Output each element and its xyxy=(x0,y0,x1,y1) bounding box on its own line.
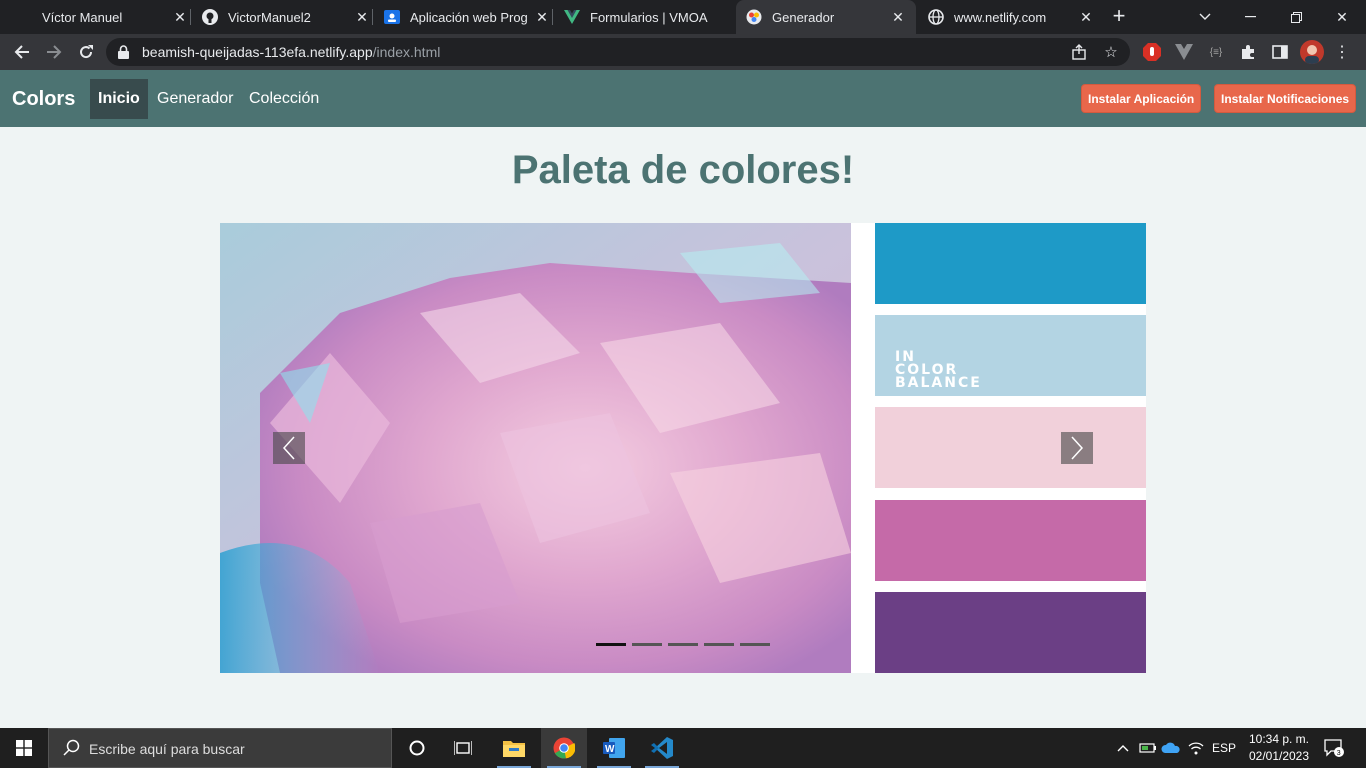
new-tab-icon[interactable]: + xyxy=(1108,5,1130,27)
url-text: beamish-queijadas-113efa.netlify.app/ind… xyxy=(142,44,441,60)
taskbar-clock[interactable]: 10:34 p. m. 02/01/2023 xyxy=(1244,731,1314,765)
show-hidden-icons[interactable] xyxy=(1114,728,1132,768)
tab-github[interactable]: VictorManuel2 ✕ xyxy=(202,0,370,34)
adblock-icon[interactable] xyxy=(1142,42,1162,62)
browser-tab-strip: Víctor Manuel ✕ VictorManuel2 ✕ Aplicaci… xyxy=(0,0,1366,34)
tab-search-icon[interactable] xyxy=(1183,0,1227,34)
close-window-icon[interactable]: ✕ xyxy=(1320,0,1364,34)
chevron-right-icon xyxy=(1071,436,1084,460)
chevron-left-icon xyxy=(282,436,295,460)
search-placeholder: Escribe aquí para buscar xyxy=(89,741,245,757)
word-icon[interactable]: W xyxy=(591,728,637,768)
cortana-icon[interactable] xyxy=(394,728,440,768)
color-wheel-icon xyxy=(746,9,762,25)
crystal-photo xyxy=(220,223,851,673)
back-icon[interactable] xyxy=(10,40,34,64)
install-app-button[interactable]: Instalar Aplicación xyxy=(1081,84,1202,113)
carousel-prev-button[interactable] xyxy=(273,432,305,464)
tab-netlify[interactable]: www.netlify.com ✕ xyxy=(928,0,1094,34)
vscode-icon[interactable] xyxy=(639,728,685,768)
bookmark-star-icon[interactable]: ☆ xyxy=(1102,43,1120,61)
onedrive-icon[interactable] xyxy=(1160,728,1182,768)
swatch-2: IN COLOR BALANCE xyxy=(875,315,1146,396)
json-formatter-icon[interactable]: {≡} xyxy=(1206,42,1226,62)
notifications-icon[interactable]: 3 xyxy=(1320,728,1348,768)
wifi-icon[interactable] xyxy=(1186,728,1206,768)
lock-icon xyxy=(118,45,129,64)
tab-title: www.netlify.com xyxy=(954,9,1047,25)
chrome-menu-icon[interactable]: ⋮ xyxy=(1332,42,1352,62)
address-bar[interactable]: beamish-queijadas-113efa.netlify.app/ind… xyxy=(106,38,1130,66)
task-view-icon[interactable] xyxy=(440,728,486,768)
globe-icon xyxy=(928,9,944,25)
close-icon[interactable]: ✕ xyxy=(890,9,906,25)
search-icon xyxy=(63,739,81,762)
install-notifications-button[interactable]: Instalar Notificaciones xyxy=(1214,84,1357,113)
share-icon[interactable] xyxy=(1070,43,1088,61)
vue-icon xyxy=(564,9,580,25)
taskbar-search-input[interactable]: Escribe aquí para buscar xyxy=(48,728,392,768)
tab-default-icon xyxy=(16,9,32,25)
carousel-next-button[interactable] xyxy=(1061,432,1093,464)
swatch-1 xyxy=(875,223,1146,304)
brand-logo[interactable]: Colors xyxy=(12,88,75,111)
language-indicator[interactable]: ESP xyxy=(1210,728,1238,768)
tab-title: Generador xyxy=(772,9,835,25)
tab-victor-manuel[interactable]: Víctor Manuel ✕ xyxy=(16,0,188,34)
tab-formularios[interactable]: Formularios | VMOA xyxy=(564,0,730,34)
tab-aplicacion-web[interactable]: Aplicación web Progre ✕ xyxy=(384,0,550,34)
windows-start-icon[interactable] xyxy=(0,728,48,768)
tab-title: Aplicación web Progre xyxy=(410,9,528,25)
carousel-indicator[interactable] xyxy=(632,643,662,646)
carousel-indicator[interactable] xyxy=(704,643,734,646)
close-icon[interactable]: ✕ xyxy=(534,9,550,25)
classroom-icon xyxy=(384,9,400,25)
swatch-5 xyxy=(875,592,1146,673)
tab-title: VictorManuel2 xyxy=(228,9,311,25)
close-icon[interactable]: ✕ xyxy=(354,9,370,25)
nav-coleccion[interactable]: Colección xyxy=(241,79,327,119)
browser-toolbar: beamish-queijadas-113efa.netlify.app/ind… xyxy=(0,34,1366,70)
tab-title: Formularios | VMOA xyxy=(590,9,708,25)
close-icon[interactable]: ✕ xyxy=(172,9,188,25)
github-icon xyxy=(202,9,218,25)
carousel-indicator[interactable] xyxy=(668,643,698,646)
nav-inicio[interactable]: Inicio xyxy=(90,79,148,119)
page-title: Paleta de colores! xyxy=(511,148,855,192)
swatch-4 xyxy=(875,500,1146,581)
carousel-indicator[interactable] xyxy=(740,643,770,646)
swatch-3 xyxy=(875,407,1146,488)
tab-title: Víctor Manuel xyxy=(42,9,123,25)
extensions-puzzle-icon[interactable] xyxy=(1238,42,1258,62)
chrome-icon[interactable] xyxy=(541,728,587,768)
forward-icon[interactable] xyxy=(42,40,66,64)
side-panel-icon[interactable] xyxy=(1270,42,1290,62)
site-navbar: Colors Inicio Generador Colección Instal… xyxy=(0,70,1366,127)
vue-devtools-icon[interactable] xyxy=(1174,42,1194,62)
tab-generador[interactable]: Generador ✕ xyxy=(736,0,916,34)
carousel-indicator[interactable] xyxy=(596,643,626,646)
reload-icon[interactable] xyxy=(74,40,98,64)
svg-text:W: W xyxy=(605,744,615,755)
minimize-icon[interactable] xyxy=(1228,0,1272,34)
file-explorer-icon[interactable] xyxy=(491,728,537,768)
palette-carousel: IN COLOR BALANCE xyxy=(220,223,1146,673)
restore-icon[interactable] xyxy=(1274,0,1318,34)
battery-icon[interactable] xyxy=(1138,728,1158,768)
notification-count: 3 xyxy=(1337,750,1341,757)
carousel-indicators xyxy=(596,643,770,646)
windows-taskbar: Escribe aquí para buscar W ESP 10:34 p. … xyxy=(0,728,1366,768)
nav-generador[interactable]: Generador xyxy=(149,79,242,119)
palette-caption: IN COLOR BALANCE xyxy=(895,349,982,391)
close-icon[interactable]: ✕ xyxy=(1078,9,1094,25)
profile-avatar[interactable] xyxy=(1300,40,1324,64)
